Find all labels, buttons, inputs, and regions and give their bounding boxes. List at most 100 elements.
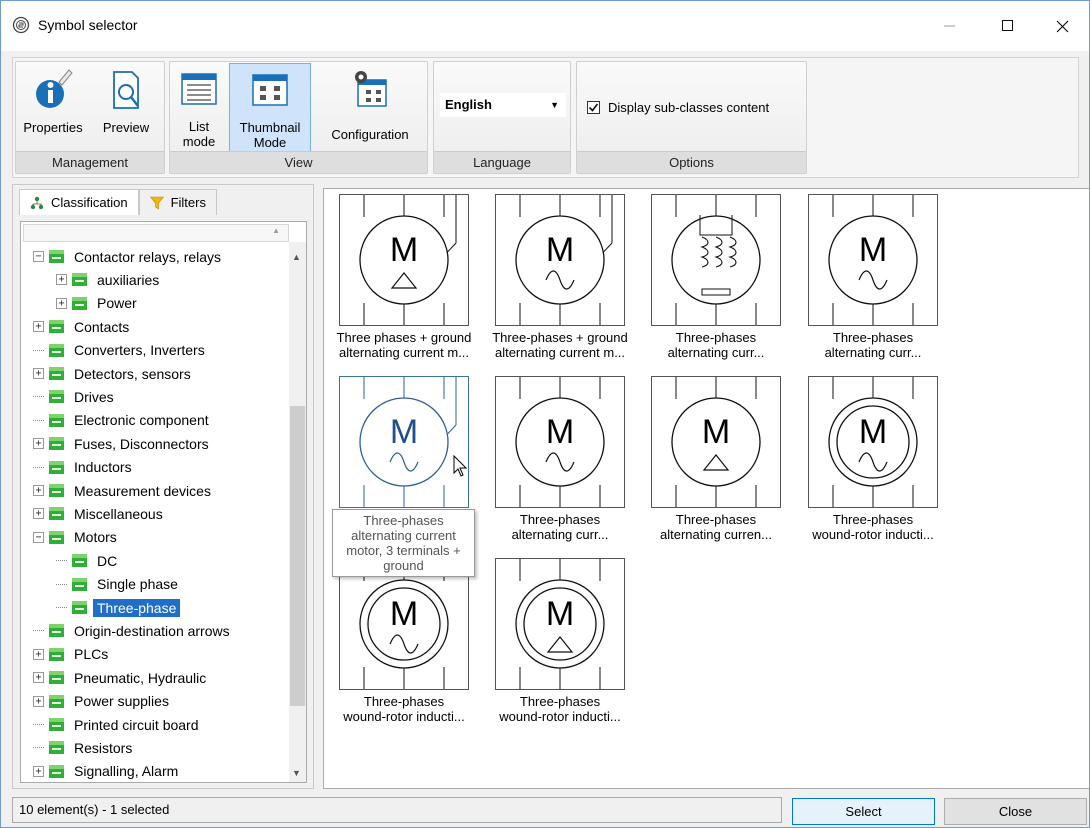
tree-item[interactable]: Printed circuit board	[33, 713, 199, 736]
maximize-icon	[1002, 20, 1013, 31]
tree-item[interactable]: + Power	[56, 292, 137, 315]
tab-filters[interactable]: Filters	[138, 189, 217, 215]
category-folder-icon	[49, 343, 64, 357]
symbol-thumbnail-image[interactable]	[651, 194, 781, 326]
motor-symbol-icon: M	[515, 377, 605, 507]
language-selected-value: English	[445, 97, 492, 112]
tree-item[interactable]: − Contactor relays, relays	[33, 245, 221, 268]
thumbnail-mode-icon	[252, 74, 288, 106]
tree-connector	[56, 583, 67, 585]
configuration-button[interactable]: Configuration	[316, 63, 424, 150]
tree-item[interactable]: + Power supplies	[33, 690, 169, 713]
tree-connector	[33, 419, 44, 421]
tree-header-bar[interactable]: ▲	[23, 224, 289, 242]
tree-item[interactable]: + PLCs	[33, 643, 108, 666]
tree-item-label: Miscellaneous	[74, 505, 163, 522]
tree-item-label: Printed circuit board	[74, 716, 199, 733]
close-window-button[interactable]	[1039, 1, 1085, 51]
tree-item[interactable]: Resistors	[33, 736, 132, 759]
collapse-minus-icon[interactable]: −	[33, 531, 44, 543]
configuration-label: Configuration	[331, 127, 409, 142]
classification-tree: ▲ − Contactor relays, relays + auxiliaries +…	[20, 221, 307, 783]
collapse-minus-icon[interactable]: −	[33, 251, 44, 262]
motor-symbol-icon: M	[515, 195, 613, 325]
thumbnail-mode-button[interactable]: Thumbnail Mode	[229, 63, 311, 153]
svg-text:M: M	[546, 231, 574, 269]
tree-item[interactable]: + Miscellaneous	[33, 502, 163, 525]
tree-item[interactable]: + auxiliaries	[56, 268, 159, 291]
symbol-thumbnail-image[interactable]: M	[339, 558, 469, 690]
symbol-caption-line-1: Three-phases	[832, 512, 914, 527]
tree-item[interactable]: + Detectors, sensors	[33, 362, 191, 385]
expand-plus-icon[interactable]: +	[33, 765, 44, 777]
symbol-caption-line-1: Three-phases	[363, 694, 445, 709]
tree-item[interactable]: Inductors	[33, 456, 132, 479]
expand-plus-icon[interactable]: +	[56, 274, 67, 286]
category-folder-icon	[49, 507, 64, 521]
tree-item-label: Pneumatic, Hydraulic	[74, 669, 207, 686]
tree-item[interactable]: DC	[56, 549, 117, 572]
tab-classification[interactable]: Classification	[19, 189, 139, 215]
expand-plus-icon[interactable]: +	[33, 648, 44, 660]
svg-text:M: M	[546, 413, 574, 451]
tab-filters-label: Filters	[170, 195, 206, 210]
close-button[interactable]: Close	[944, 798, 1087, 825]
preview-button[interactable]: Preview	[91, 63, 161, 150]
mouse-cursor-icon	[453, 455, 468, 477]
classification-icon	[30, 196, 44, 209]
symbol-caption-line-2: wound-rotor inducti...	[499, 709, 621, 724]
symbol-thumbnail-image[interactable]: M	[808, 194, 938, 326]
tree-item[interactable]: Converters, Inverters	[33, 339, 205, 362]
preview-label: Preview	[102, 120, 150, 135]
symbol-thumbnail-image[interactable]: M	[495, 194, 625, 326]
tree-item-label: Signalling, Alarm	[74, 763, 179, 780]
tree-item[interactable]: + Contacts	[33, 315, 129, 338]
close-button-label: Close	[998, 804, 1033, 819]
symbol-caption-line-2: alternating current m...	[494, 345, 626, 360]
symbol-thumbnail-image[interactable]: M	[495, 558, 625, 690]
symbol-thumbnail-image[interactable]: M	[651, 376, 781, 508]
tree-item[interactable]: Origin-destination arrows	[33, 619, 230, 642]
tree-scrollbar-thumb[interactable]	[290, 406, 305, 706]
expand-plus-icon[interactable]: +	[56, 297, 67, 309]
scroll-down-icon[interactable]: ▼	[292, 768, 301, 778]
symbol-thumbnail-image[interactable]: M	[495, 376, 625, 508]
scroll-up-icon[interactable]: ▲	[292, 252, 301, 262]
symbol-caption-line-1: Three-phases	[519, 512, 601, 527]
tree-item[interactable]: + Fuses, Disconnectors	[33, 432, 209, 455]
properties-button[interactable]: Properties	[18, 63, 88, 150]
expand-plus-icon[interactable]: +	[33, 672, 44, 684]
symbol-caption-line-1: Three phases + ground	[336, 330, 472, 345]
select-button[interactable]: Select	[792, 798, 935, 825]
tree-item[interactable]: − Motors	[33, 526, 117, 549]
display-subclasses-option[interactable]: Display sub-classes content	[587, 100, 769, 115]
tree-scrollbar[interactable]: ▲ ▼	[289, 242, 306, 782]
tree-item[interactable]: + Pneumatic, Hydraulic	[33, 666, 206, 689]
language-select[interactable]: English ▼	[440, 93, 566, 117]
tree-item[interactable]: + Measurement devices	[33, 479, 211, 502]
symbol-thumbnail-image[interactable]: M	[808, 376, 938, 508]
expand-plus-icon[interactable]: +	[33, 321, 44, 333]
tree-item[interactable]: Three-phase	[56, 596, 181, 619]
tree-item-label: Converters, Inverters	[74, 342, 205, 359]
expand-plus-icon[interactable]: +	[33, 438, 44, 450]
tree-item-label: Detectors, sensors	[74, 365, 191, 382]
expand-plus-icon[interactable]: +	[33, 508, 44, 520]
tree-item[interactable]: Electronic component	[33, 409, 209, 432]
display-subclasses-checkbox[interactable]	[587, 101, 600, 114]
expand-plus-icon[interactable]: +	[33, 695, 44, 707]
list-mode-button[interactable]: List mode	[174, 63, 224, 150]
expand-plus-icon[interactable]: +	[33, 368, 44, 379]
maximize-button[interactable]	[985, 1, 1031, 51]
tree-item[interactable]: + Signalling, Alarm	[33, 760, 179, 782]
list-mode-label-1: List	[188, 119, 210, 134]
tree-item[interactable]: Single phase	[56, 573, 178, 596]
title-bar: Symbol selector	[1, 1, 1089, 51]
minimize-button[interactable]	[927, 1, 973, 51]
category-folder-icon	[49, 250, 64, 263]
tree-item[interactable]: Drives	[33, 385, 114, 408]
symbol-thumbnail-image[interactable]: M	[339, 194, 469, 326]
symbol-thumbnail-image[interactable]: M	[339, 376, 469, 508]
tree-item-label: Contacts	[74, 318, 130, 335]
expand-plus-icon[interactable]: +	[33, 485, 44, 496]
